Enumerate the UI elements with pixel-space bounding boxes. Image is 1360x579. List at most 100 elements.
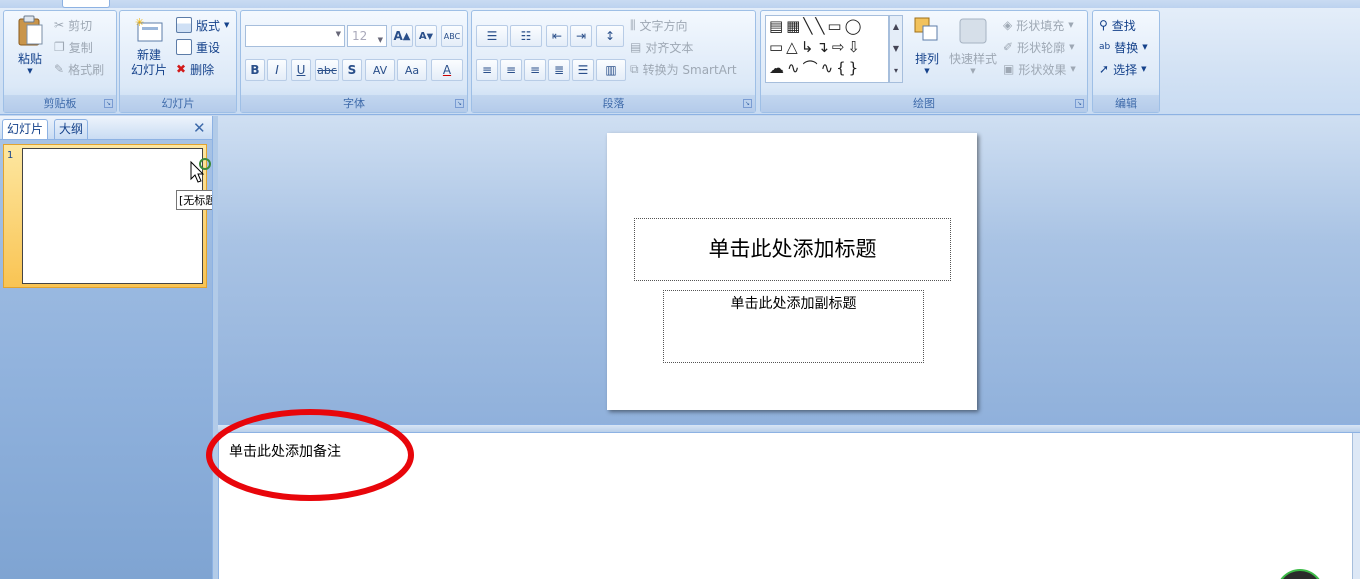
align-left-icon: ≡ [481,63,493,77]
text-direction-button[interactable]: ⫼ 文字方向 [630,15,688,35]
char-spacing-glyph: AV [372,63,388,77]
slide-canvas[interactable]: 单击此处添加标题 单击此处添加副标题 [607,133,977,410]
shape-fill-label: 形状填充 [1016,18,1065,33]
increase-indent-button[interactable]: ⇥ [570,25,592,47]
bullets-button[interactable]: ☰ [476,25,508,47]
subtitle-placeholder[interactable]: 单击此处添加副标题 [663,290,924,363]
pen-icon: ✐ [1003,40,1014,54]
quick-styles-button[interactable]: 快速样式 ▼ [947,15,999,75]
distribute-button[interactable]: ☰ [572,59,594,81]
distribute-icon: ☰ [577,63,589,77]
new-slide-button[interactable]: ✳ 新建 幻灯片 [124,16,174,89]
align-text-button[interactable]: ▤ 对齐文本 [630,37,693,57]
select-button[interactable]: ➚ 选择 ▼ [1099,59,1146,79]
convert-smartart-button[interactable]: ⧉ 转换为 SmartArt [630,59,737,79]
arrange-label: 排列 [914,52,939,66]
shape-fill-button[interactable]: ◈ 形状填充 ▼ [1003,15,1074,35]
font-color-glyph: A [442,63,452,77]
replace-label: 替换 [1114,40,1139,55]
strikethrough-button[interactable]: abc [315,59,339,81]
find-label: 查找 [1111,18,1136,33]
justify-button[interactable]: ≣ [548,59,570,81]
tab-home[interactable] [62,0,110,8]
mouse-cursor-icon [190,157,214,185]
delete-button[interactable]: ✖ 删除 [176,59,214,79]
grow-font-glyph: A [393,29,403,43]
bold-glyph: B [250,63,260,77]
paragraph-group: ☰ ☷ ⇤ ⇥ ↕ ⫼ 文字方向 ▤ 对齐文本 ≡ ≡ ≡ ≣ ☰ ▥ ⧉ 转换为 S… [471,10,756,113]
clipboard-icon [18,15,43,46]
text-direction-label: 文字方向 [639,18,688,33]
clipboard-launcher-icon[interactable]: ↘ [104,99,113,108]
bold-button[interactable]: B [245,59,265,81]
tab-outline[interactable]: 大纲 [54,119,89,139]
replace-button[interactable]: ab 替换 ▼ [1099,37,1148,57]
copy-button[interactable]: ❐ 复制 [54,37,93,57]
font-name-combo[interactable]: ▼ [245,25,345,47]
layout-icon [176,17,192,33]
cut-button[interactable]: ✂ 剪切 [54,15,92,35]
text-direction-icon: ⫼ [630,17,636,32]
drawing-group: ▤▦╲╲▭◯ ▭△↳↴⇨⇩ ☁∿⌒∿{} ▲ ▼ ▾ 排列 ▼ 快速样式 ▼ ◈ 形状… [760,10,1088,113]
italic-button[interactable]: I [267,59,287,81]
shapes-row-3: ☁∿⌒∿{} [769,59,862,77]
line-spacing-button[interactable]: ↕ [596,25,624,47]
effects-icon: ▣ [1003,62,1015,76]
justify-icon: ≣ [553,63,565,77]
shadow-button[interactable]: S [342,59,362,81]
shrink-font-button[interactable]: A ▼ [415,25,437,47]
char-spacing-button[interactable]: AV [365,59,395,81]
font-color-button[interactable]: A [431,59,463,81]
highlight-ellipse [206,409,414,501]
shape-effects-button[interactable]: ▣ 形状效果 ▼ [1003,59,1076,79]
underline-button[interactable]: U [291,59,311,81]
change-case-button[interactable]: Aa [397,59,427,81]
numbering-button[interactable]: ☷ [510,25,542,47]
shapes-gallery-scroll[interactable]: ▲ ▼ ▾ [889,15,903,83]
paragraph-launcher-icon[interactable]: ↘ [743,99,752,108]
format-painter-button[interactable]: ✎ 格式刷 [54,59,104,79]
reset-button[interactable]: 重设 [176,37,220,57]
editing-group-label: 编辑 [1093,95,1159,112]
paste-button[interactable]: 粘贴 ▼ [10,15,50,85]
align-center-icon: ≡ [505,63,517,77]
delete-x-icon: ✖ [176,62,187,76]
grow-font-button[interactable]: A ▲ [391,25,413,47]
shape-outline-button[interactable]: ✐ 形状轮廓 ▼ [1003,37,1074,57]
align-left-button[interactable]: ≡ [476,59,498,81]
close-pane-icon[interactable]: ✕ [193,119,206,137]
align-right-icon: ≡ [529,63,541,77]
smartart-icon: ⧉ [630,61,639,76]
slide-thumbnail[interactable] [22,148,203,284]
clipboard-group-label: 剪贴板 [4,95,116,112]
change-case-glyph: Aa [404,63,420,77]
select-label: 选择 [1113,62,1138,77]
format-painter-label: 格式刷 [68,62,105,77]
delete-label: 删除 [190,62,215,77]
align-center-button[interactable]: ≡ [500,59,522,81]
columns-button[interactable]: ▥ [596,59,626,81]
notes-scrollbar[interactable] [1352,433,1360,579]
font-launcher-icon[interactable]: ↘ [455,99,464,108]
brush-icon: ✎ [54,62,65,76]
align-text-label: 对齐文本 [645,40,694,55]
reset-icon [176,39,192,55]
shape-outline-label: 形状轮廓 [1017,40,1066,55]
underline-glyph: U [296,63,306,77]
tab-slides[interactable]: 幻灯片 [2,119,49,139]
find-button[interactable]: ⚲ 查找 [1099,15,1136,35]
title-placeholder[interactable]: 单击此处添加标题 [634,218,951,281]
align-right-button[interactable]: ≡ [524,59,546,81]
font-size-combo[interactable]: 12 ▼ [347,25,387,47]
layout-button[interactable]: 版式 ▼ [176,15,229,35]
decrease-indent-button[interactable]: ⇤ [546,25,568,47]
slides-group-label: 幻灯片 [120,95,236,112]
arrange-button[interactable]: 排列 ▼ [907,15,947,75]
font-size-value: 12 [352,29,368,43]
copy-label: 复制 [68,40,93,55]
drawing-launcher-icon[interactable]: ↘ [1075,99,1084,108]
shapes-gallery[interactable]: ▤▦╲╲▭◯ ▭△↳↴⇨⇩ ☁∿⌒∿{} [765,15,889,83]
outdent-icon: ⇤ [551,29,563,43]
new-slide-icon: ✳ [135,16,163,42]
clear-format-button[interactable]: ABC [441,25,463,47]
